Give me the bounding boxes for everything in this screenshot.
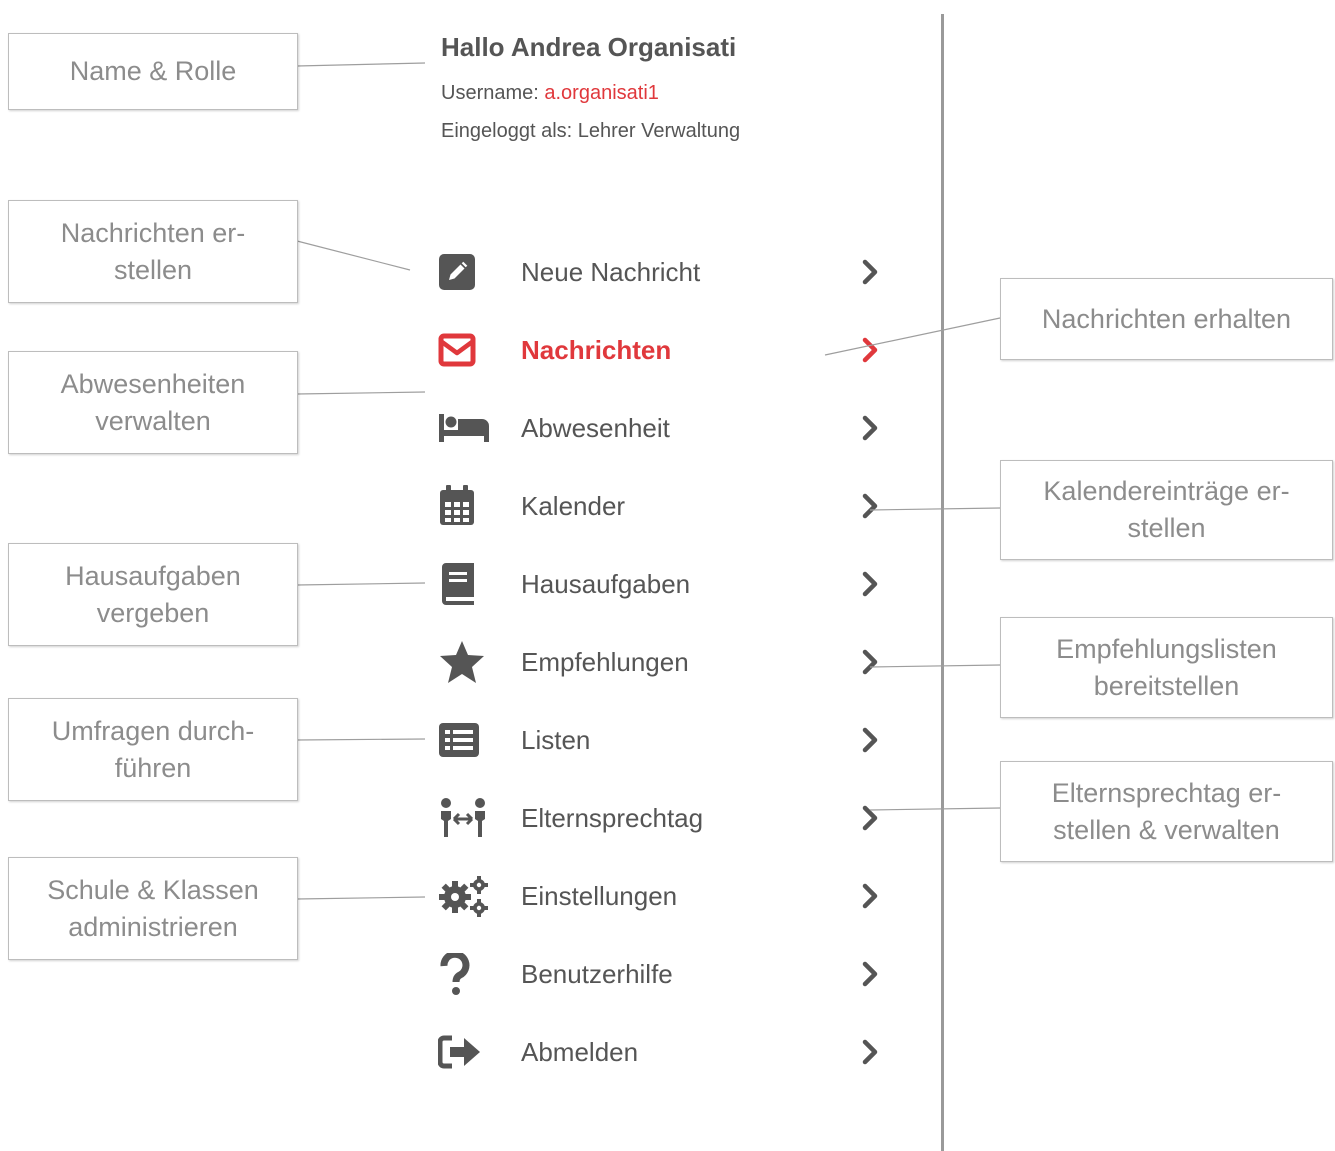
connector-line xyxy=(824,317,1001,356)
callout-empfehlungslisten: Empfehlungslisten bereitstellen xyxy=(1000,617,1333,718)
callout-name-rolle: Name & Rolle xyxy=(8,33,298,110)
callout-schule-klassen: Schule & Klassen administrieren xyxy=(8,857,298,960)
connector-line xyxy=(296,240,411,271)
connector-line xyxy=(869,664,1001,668)
connector-line xyxy=(869,807,1001,811)
callout-abwesenheiten-verwalten: Abwesenheiten verwalten xyxy=(8,351,298,454)
callout-umfragen-durchfuehren: Umfragen durch- führen xyxy=(8,698,298,801)
connector-line xyxy=(296,62,426,67)
callout-nachrichten-erhalten: Nachrichten erhalten xyxy=(1000,278,1333,360)
connector-line xyxy=(869,507,1001,511)
connector-line xyxy=(296,582,426,586)
callout-kalendereintraege: Kalendereinträge er- stellen xyxy=(1000,460,1333,560)
connector-line xyxy=(296,896,426,900)
callout-hausaufgaben-vergeben: Hausaufgaben vergeben xyxy=(8,543,298,646)
connector-line xyxy=(296,391,426,395)
callout-elternsprechtag: Elternsprechtag er- stellen & verwalten xyxy=(1000,761,1333,862)
callout-nachrichten-erstellen: Nachrichten er- stellen xyxy=(8,200,298,303)
connector-line xyxy=(296,738,426,741)
